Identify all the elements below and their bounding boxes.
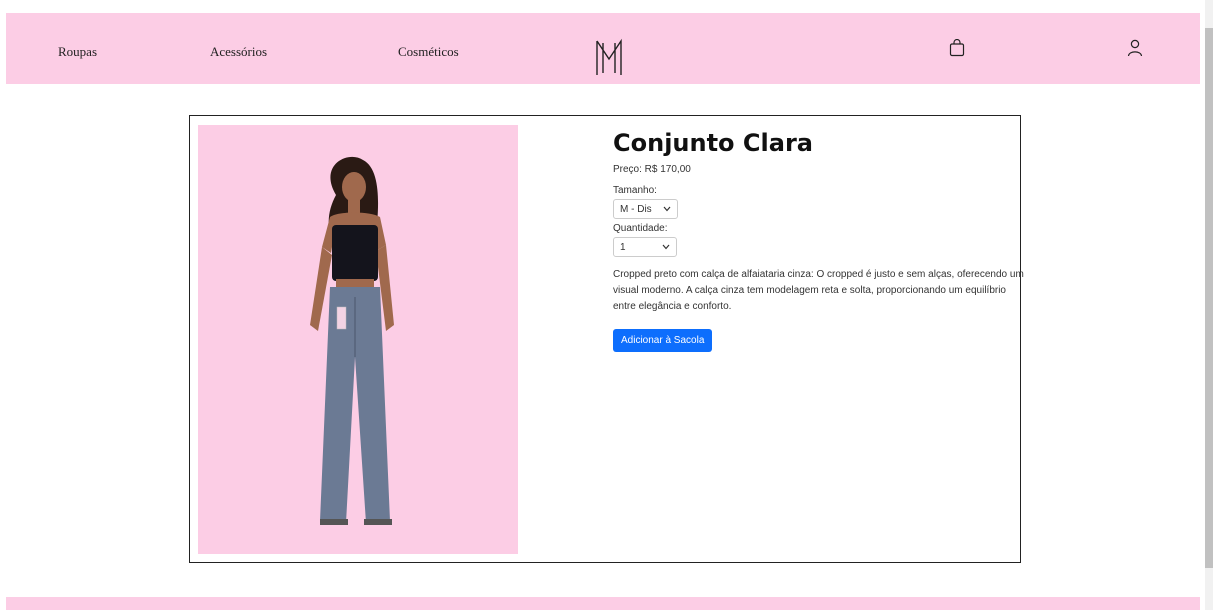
- chevron-down-icon: [662, 244, 670, 250]
- user-icon[interactable]: [1127, 39, 1143, 57]
- quantity-select-value: 1: [620, 241, 626, 253]
- chevron-down-icon: [663, 206, 671, 212]
- product-title: Conjunto Clara: [613, 129, 813, 157]
- top-navbar: Roupas Acessórios Cosméticos: [6, 13, 1200, 84]
- quantity-select[interactable]: 1: [613, 237, 677, 257]
- monogram-m-logo[interactable]: [594, 37, 624, 77]
- page-scrollbar[interactable]: [1205, 0, 1213, 610]
- size-label: Tamanho:: [613, 185, 657, 196]
- product-price: Preço: R$ 170,00: [613, 164, 691, 175]
- product-card: Conjunto Clara Preço: R$ 170,00 Tamanho:…: [189, 115, 1024, 563]
- footer: [6, 597, 1200, 610]
- shopping-bag-icon[interactable]: [949, 39, 965, 57]
- nav-link-acessorios[interactable]: Acessórios: [210, 44, 267, 60]
- scrollbar-thumb[interactable]: [1205, 28, 1213, 568]
- product-description: Cropped preto com calça de alfaiataria c…: [613, 269, 1024, 312]
- model-photo-illustration: [310, 156, 394, 525]
- nav-link-roupas[interactable]: Roupas: [58, 44, 97, 60]
- product-details: Conjunto Clara Preço: R$ 170,00 Tamanho:…: [613, 128, 1024, 352]
- nav-link-cosmeticos[interactable]: Cosméticos: [398, 44, 459, 60]
- product-image: [198, 125, 518, 554]
- size-select[interactable]: M - Dis: [613, 199, 678, 219]
- add-to-bag-button[interactable]: Adicionar à Sacola: [613, 329, 713, 352]
- quantity-label: Quantidade:: [613, 223, 668, 234]
- size-select-value: M - Dis: [620, 203, 652, 215]
